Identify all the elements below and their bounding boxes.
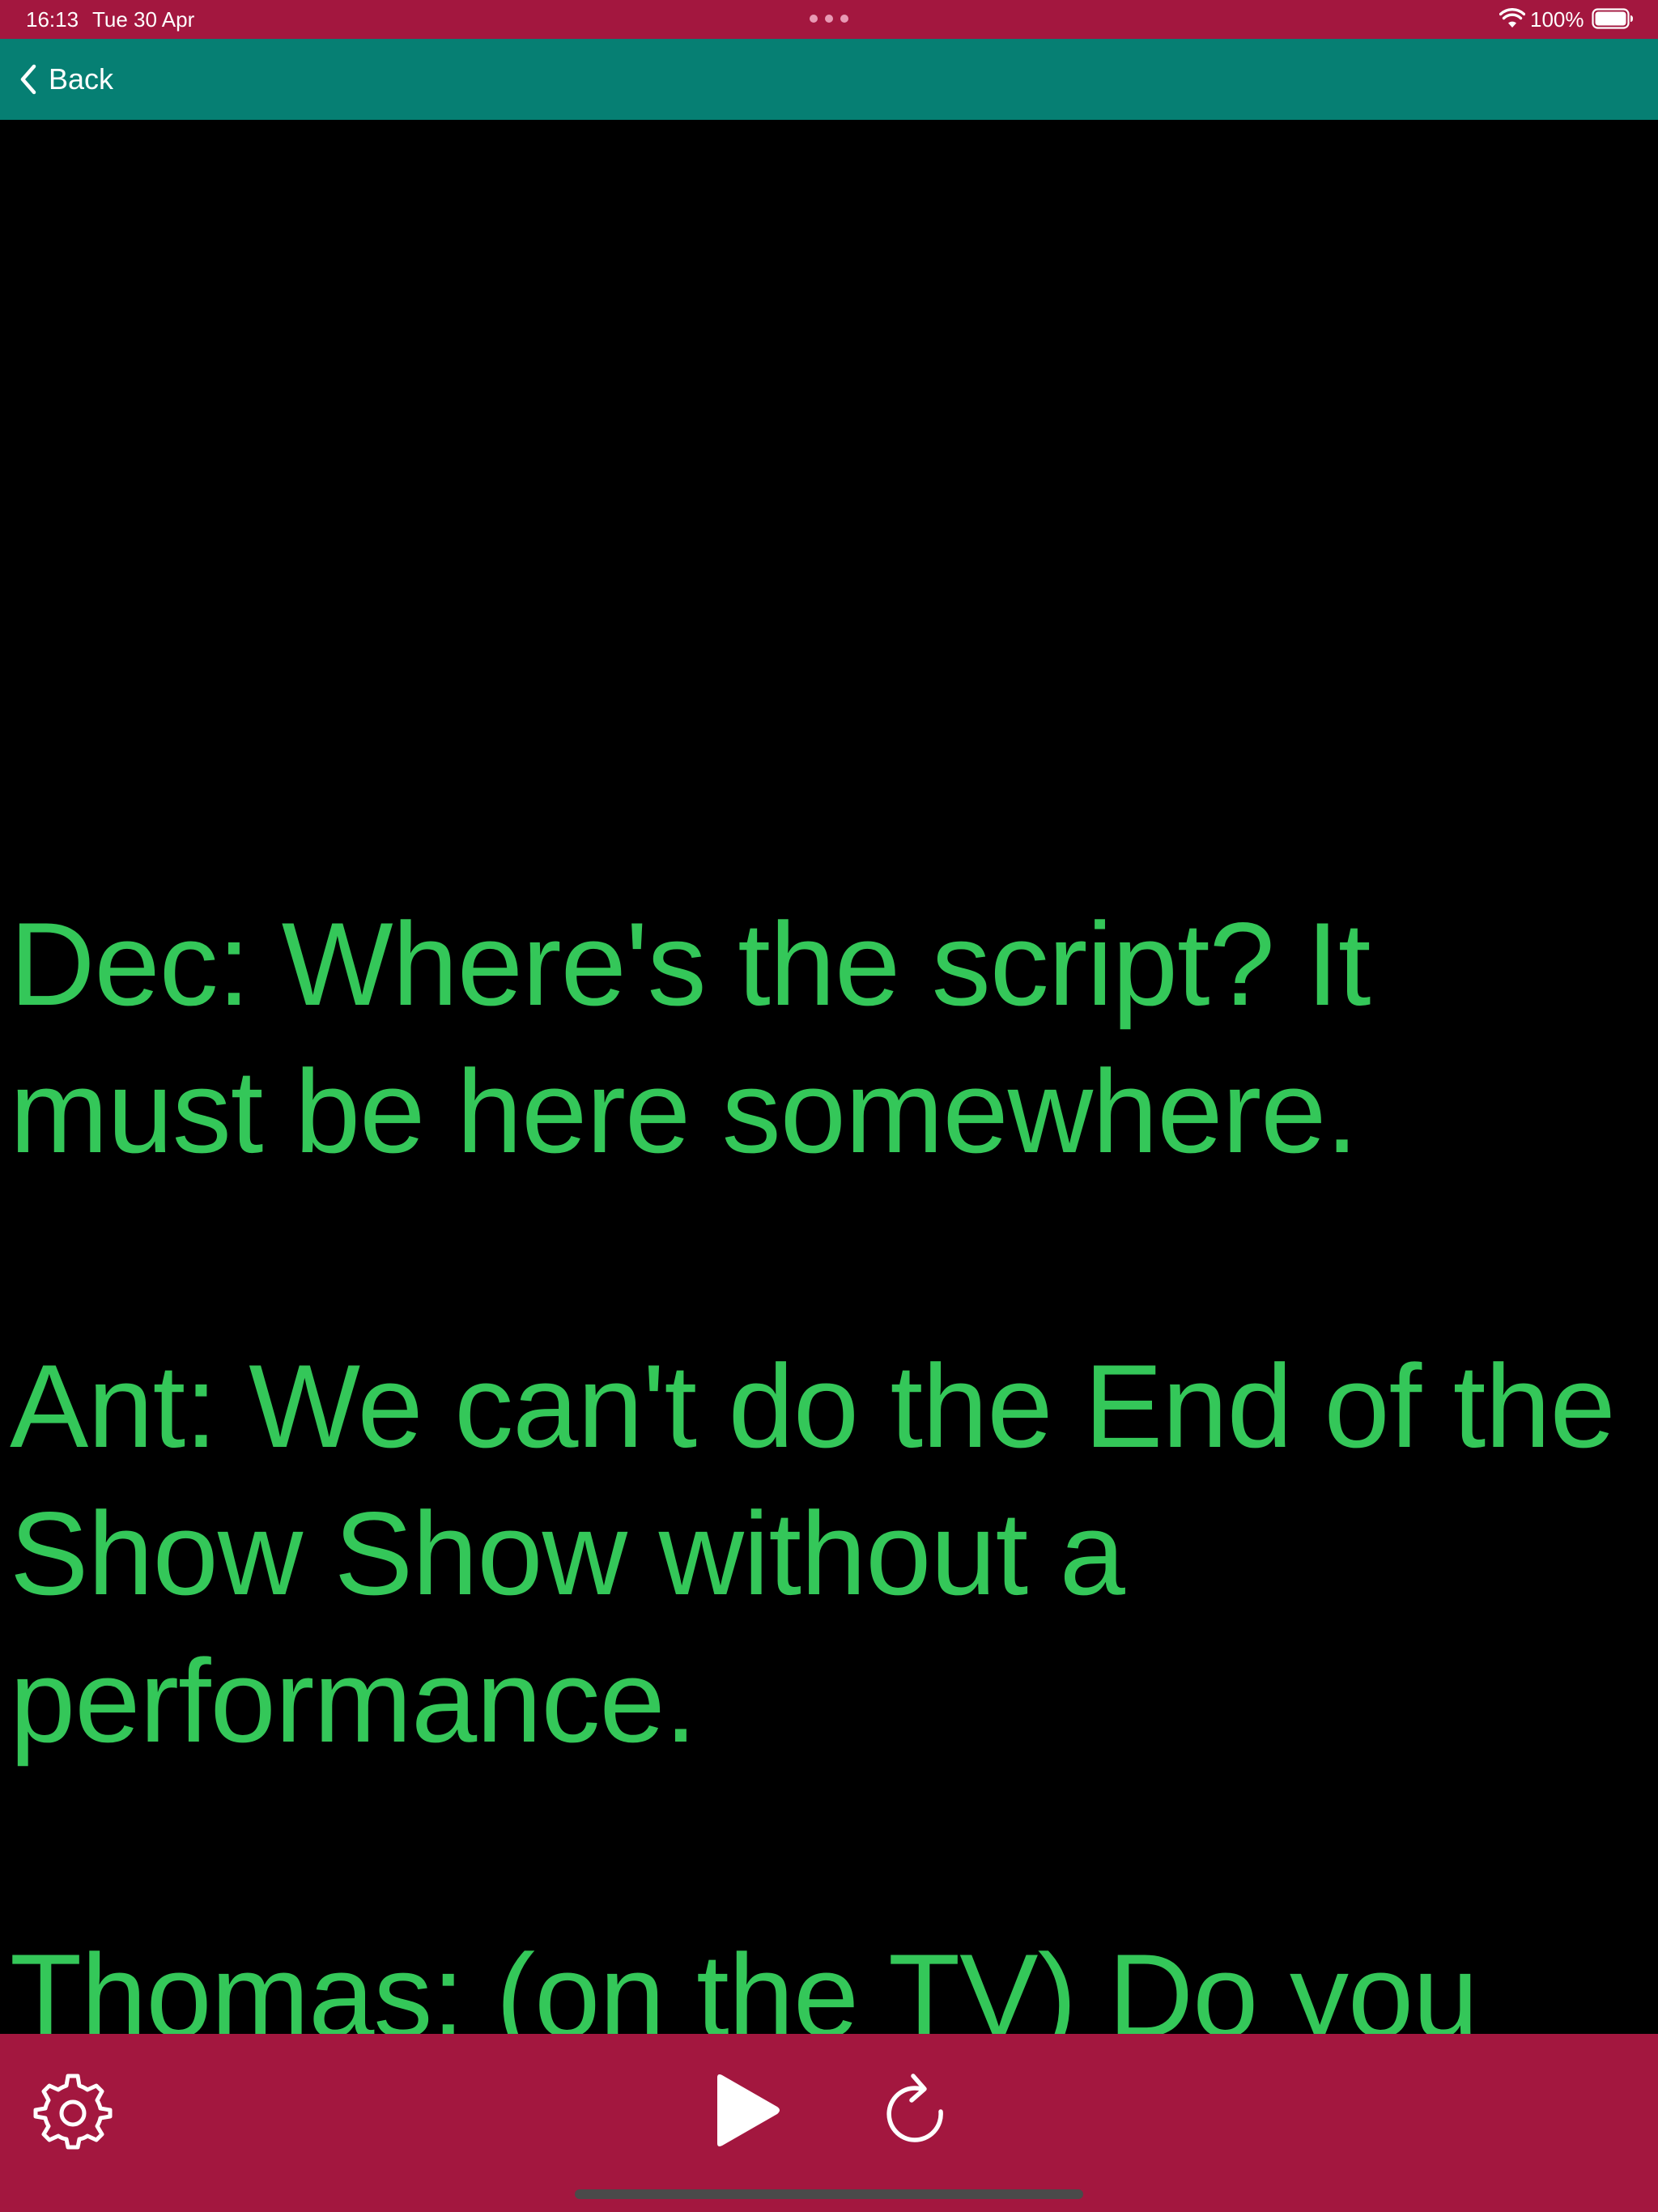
navigation-bar: Back — [0, 39, 1658, 120]
status-date: Tue 30 Apr — [92, 7, 195, 32]
multitask-dots-icon[interactable] — [810, 14, 848, 23]
battery-percent: 100% — [1530, 7, 1584, 32]
script-line: Dec: Where's the script? It must be here… — [10, 898, 1371, 1177]
home-indicator[interactable] — [575, 2189, 1083, 2199]
back-button[interactable]: Back — [18, 58, 113, 100]
back-label: Back — [49, 62, 114, 96]
battery-icon — [1592, 8, 1633, 29]
playback-toolbar — [0, 2034, 1658, 2212]
wifi-icon — [1499, 8, 1525, 28]
reload-icon[interactable] — [876, 2066, 957, 2152]
script-viewer[interactable]: Dec: Where's the script? It must be here… — [0, 120, 1658, 2034]
status-bar: 16:13 Tue 30 Apr 100% — [0, 0, 1658, 39]
gear-icon[interactable] — [32, 2071, 113, 2152]
chevron-left-icon — [20, 64, 36, 95]
script-text: Dec: Where's the script? It must be here… — [10, 891, 1653, 2034]
status-time: 16:13 — [26, 7, 79, 32]
script-line: Thomas: (on the TV) Do you — [10, 1929, 1478, 2034]
play-icon[interactable] — [706, 2071, 787, 2152]
script-line: Ant: We can't do the End of the Show Sho… — [10, 1340, 1616, 1767]
